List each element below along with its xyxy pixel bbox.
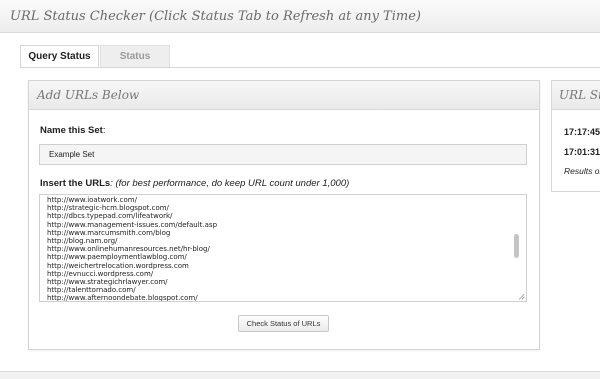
url-line: http://www.afternoondebate.blogspot.com/ xyxy=(47,294,198,302)
url-line: http://weichertrelocation.wordpress.com xyxy=(47,261,189,270)
scrollbar-thumb[interactable] xyxy=(514,234,519,258)
url-line: http://www.marcumsmith.com/blog xyxy=(47,228,171,237)
status-timestamp[interactable]: 17:17:45 xyxy=(564,127,600,137)
set-name-input[interactable]: Example Set xyxy=(39,144,527,165)
tab-query-status[interactable]: Query Status xyxy=(20,45,99,68)
resize-grip-icon[interactable] xyxy=(518,293,525,300)
urls-hint: : (for best performance, do keep URL cou… xyxy=(110,178,350,189)
urls-label: Insert the URLs: (for best performance, … xyxy=(40,178,349,189)
set-name-label-text: Name this Set xyxy=(40,125,103,136)
add-urls-panel: Add URLs Below Name this Set: Example Se… xyxy=(28,80,540,350)
status-timestamp[interactable]: 17:01:31 xyxy=(564,147,600,157)
url-line: http://www.onlinehumanresources.net/hr-b… xyxy=(47,245,210,254)
add-urls-panel-header: Add URLs Below xyxy=(29,81,539,110)
app-header: URL Status Checker (Click Status Tab to … xyxy=(0,0,600,33)
tab-divider xyxy=(20,67,600,68)
status-results-text: Results of xyxy=(564,166,600,176)
url-list: http://www.ioatwork.com/http://strategic… xyxy=(47,196,218,302)
tab-status[interactable]: Status xyxy=(100,45,170,68)
textarea-scrollbar[interactable] xyxy=(514,198,519,296)
urls-label-text: Insert the URLs xyxy=(40,178,111,189)
url-line: http://talenttornado.com/ xyxy=(47,286,136,295)
url-line: http://dbcs.typepad.com/lifeatwork/ xyxy=(47,212,173,221)
status-panel: URL Sta 17:17:45 17:01:31 Results of xyxy=(551,80,600,192)
set-name-label-colon: : xyxy=(102,125,106,136)
url-line: http://evnucci.wordpress.com/ xyxy=(47,269,154,278)
url-line: http://blog.nam.org/ xyxy=(47,237,118,246)
status-panel-header: URL Sta xyxy=(552,81,600,110)
set-name-label: Name this Set: xyxy=(40,125,105,136)
app-title: URL Status Checker (Click Status Tab to … xyxy=(10,9,421,24)
url-line: http://strategic-hcm.blogspot.com/ xyxy=(47,204,169,213)
app-window: URL Status Checker (Click Status Tab to … xyxy=(0,0,600,372)
url-line: http://www.management-issues.com/default… xyxy=(47,220,218,229)
status-panel-title: URL Sta xyxy=(559,88,600,102)
urls-textarea[interactable]: http://www.ioatwork.com/http://strategic… xyxy=(39,194,527,302)
url-line: http://www.ioatwork.com/ xyxy=(47,196,137,204)
url-line: http://www.paemploymentlawblog.com/ xyxy=(47,253,187,262)
check-status-button[interactable]: Check Status of URLs xyxy=(238,315,329,332)
url-line: http://www.strategichrlawyer.com/ xyxy=(47,278,168,287)
add-urls-panel-title: Add URLs Below xyxy=(37,88,140,102)
